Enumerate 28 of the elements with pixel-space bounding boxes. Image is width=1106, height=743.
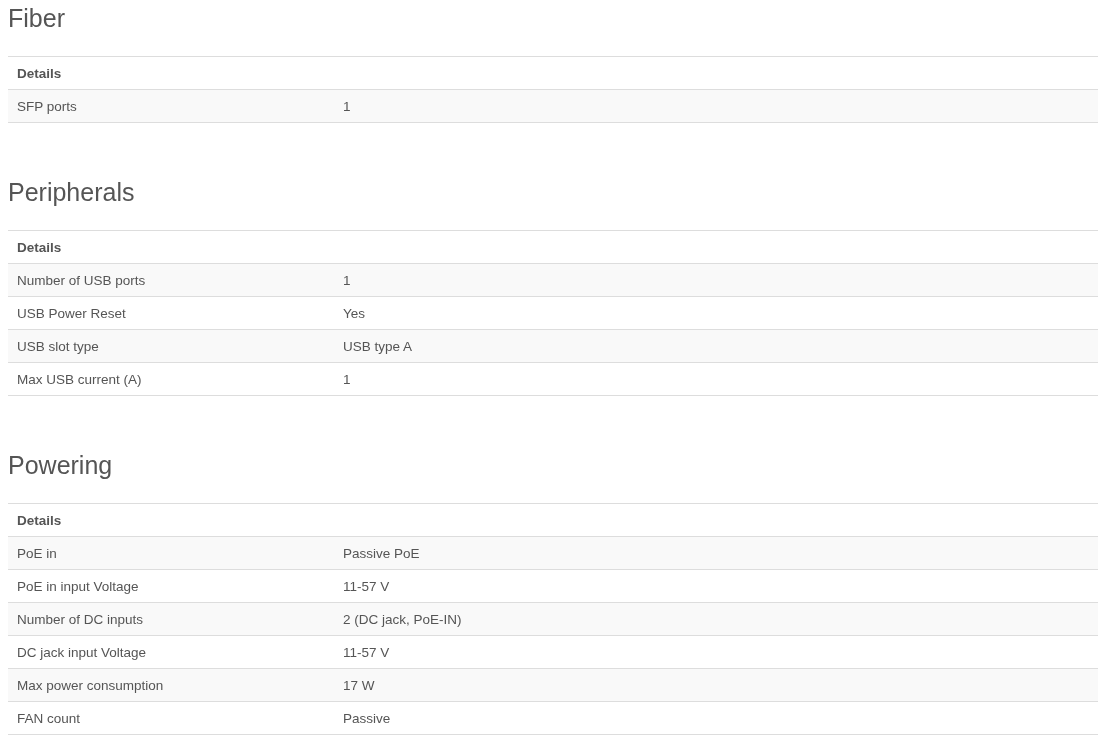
spec-value: Yes bbox=[334, 296, 1098, 330]
spec-value: 2 (DC jack, PoE-IN) bbox=[334, 602, 1098, 636]
spec-value: Passive PoE bbox=[334, 536, 1098, 570]
spec-value: 11-57 V bbox=[334, 569, 1098, 603]
spec-value: 17 W bbox=[334, 668, 1098, 702]
section-heading: Powering bbox=[8, 451, 113, 480]
section-heading: Peripherals bbox=[8, 178, 135, 207]
section-heading: Fiber bbox=[8, 4, 65, 33]
spec-value: 1 bbox=[334, 362, 1098, 396]
table-header: Details bbox=[8, 503, 1098, 537]
spec-label: USB slot type bbox=[8, 329, 334, 363]
spec-label: Number of USB ports bbox=[8, 263, 334, 297]
spec-label: Number of DC inputs bbox=[8, 602, 334, 636]
spec-label: Max power consumption bbox=[8, 668, 334, 702]
spec-label: SFP ports bbox=[8, 89, 334, 123]
spec-label: FAN count bbox=[8, 701, 334, 735]
table-header: Details bbox=[8, 230, 1098, 264]
spec-value: 1 bbox=[334, 89, 1098, 123]
spec-label: DC jack input Voltage bbox=[8, 635, 334, 669]
spec-label: Max USB current (A) bbox=[8, 362, 334, 396]
table-header: Details bbox=[8, 56, 1098, 90]
spec-label: USB Power Reset bbox=[8, 296, 334, 330]
spec-value: 11-57 V bbox=[334, 635, 1098, 669]
spec-label: PoE in input Voltage bbox=[8, 569, 334, 603]
spec-value: Passive bbox=[334, 701, 1098, 735]
spec-label: PoE in bbox=[8, 536, 334, 570]
spec-value: 1 bbox=[334, 263, 1098, 297]
spec-value: USB type A bbox=[334, 329, 1098, 363]
